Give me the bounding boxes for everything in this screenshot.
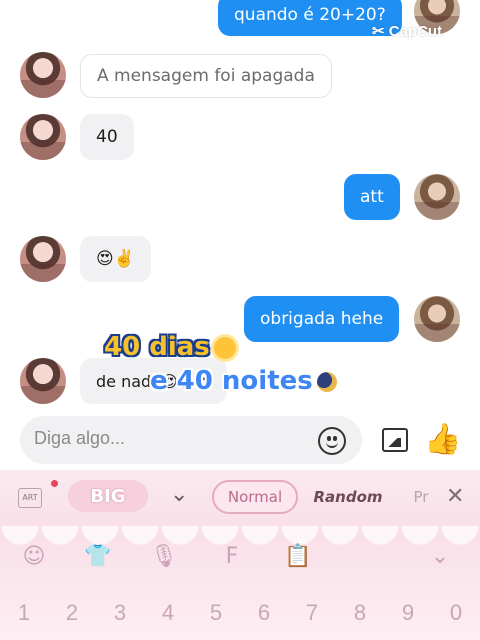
message-text: att xyxy=(360,187,384,207)
art-icon[interactable]: ART xyxy=(18,488,42,508)
message-text: 😍✌️ xyxy=(96,249,135,269)
message-composer: 👍 xyxy=(0,410,480,470)
message-text: quando é 20+20? xyxy=(234,5,386,25)
key-7[interactable]: 7 xyxy=(288,588,336,638)
font-style-normal[interactable]: Normal xyxy=(212,480,298,514)
message-incoming[interactable]: 😍✌️ xyxy=(80,236,151,282)
message-input[interactable] xyxy=(34,428,304,449)
message-outgoing[interactable]: obrigada hehe xyxy=(244,296,400,342)
avatar[interactable] xyxy=(414,174,460,220)
keyboard-tools-row: ☺ 👕 🎙 F 📋 ⌄ xyxy=(0,538,480,578)
font-icon[interactable]: F xyxy=(218,542,246,570)
emoji-icon[interactable] xyxy=(318,427,346,455)
capcut-watermark: ✂ CapCut xyxy=(372,23,443,40)
sun-icon xyxy=(213,336,236,359)
collapse-icon[interactable]: ⌄ xyxy=(426,542,454,570)
key-5[interactable]: 5 xyxy=(192,588,240,638)
image-icon[interactable] xyxy=(382,428,408,452)
message-incoming[interactable]: 40 xyxy=(80,114,134,160)
avatar[interactable] xyxy=(20,236,66,282)
message-text: obrigada hehe xyxy=(260,309,384,329)
avatar[interactable] xyxy=(414,296,460,342)
avatar[interactable] xyxy=(20,52,66,98)
key-6[interactable]: 6 xyxy=(240,588,288,638)
message-text: A mensagem foi apagada xyxy=(97,66,315,86)
font-style-partial[interactable]: Pr xyxy=(404,480,438,514)
emoji-icon[interactable]: ☺ xyxy=(20,542,48,570)
overlay-caption-bottom: e 40 noites xyxy=(150,366,337,396)
overlay-caption-top: 40 dias xyxy=(104,332,236,362)
key-8[interactable]: 8 xyxy=(336,588,384,638)
keyboard-toolbar: ART BIG ⌄ Normal Random Pr ✕ xyxy=(0,470,480,526)
microphone-icon[interactable]: 🎙 xyxy=(150,542,178,570)
number-row: 1 2 3 4 5 6 7 8 9 0 xyxy=(0,588,480,638)
close-icon[interactable]: ✕ xyxy=(446,484,464,509)
key-9[interactable]: 9 xyxy=(384,588,432,638)
key-3[interactable]: 3 xyxy=(96,588,144,638)
chevron-down-icon[interactable]: ⌄ xyxy=(170,482,188,507)
clipboard-icon[interactable]: 📋 xyxy=(284,542,312,570)
thumbs-up-icon[interactable]: 👍 xyxy=(424,422,461,457)
notification-dot xyxy=(51,480,58,487)
moon-icon xyxy=(316,371,337,392)
avatar[interactable] xyxy=(20,358,66,404)
key-2[interactable]: 2 xyxy=(48,588,96,638)
big-font-button[interactable]: BIG xyxy=(68,480,148,512)
key-0[interactable]: 0 xyxy=(432,588,480,638)
avatar[interactable] xyxy=(20,114,66,160)
font-style-random[interactable]: Random xyxy=(308,480,388,514)
keyboard: ART BIG ⌄ Normal Random Pr ✕ ☺ 👕 🎙 F 📋 ⌄… xyxy=(0,470,480,640)
message-text: 40 xyxy=(96,127,118,147)
key-1[interactable]: 1 xyxy=(0,588,48,638)
message-outgoing[interactable]: att xyxy=(344,174,400,220)
message-input-wrapper[interactable] xyxy=(20,416,362,464)
message-incoming-deleted[interactable]: A mensagem foi apagada xyxy=(80,54,332,98)
theme-shirt-icon[interactable]: 👕 xyxy=(84,542,112,570)
key-4[interactable]: 4 xyxy=(144,588,192,638)
chat-thread: quando é 20+20? A mensagem foi apagada 4… xyxy=(0,0,480,410)
